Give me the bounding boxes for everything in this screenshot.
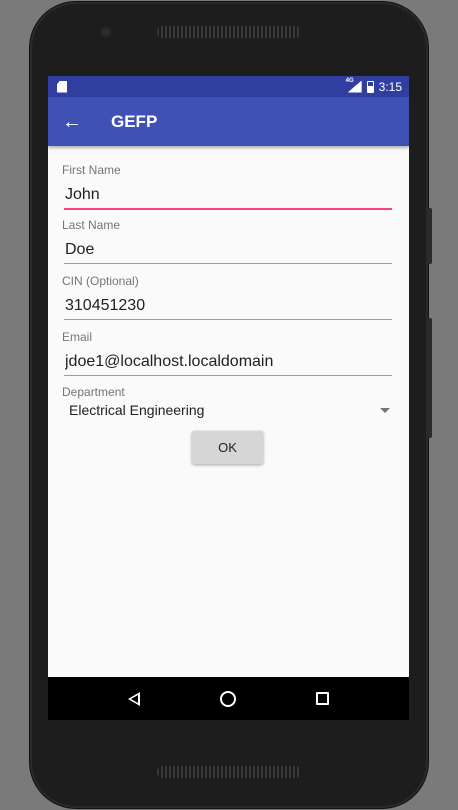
- last-name-field: Last Name: [62, 210, 392, 264]
- ok-button[interactable]: OK: [192, 431, 263, 464]
- department-spinner[interactable]: Electrical Engineering: [62, 399, 392, 421]
- arrow-back-icon[interactable]: ←: [62, 112, 90, 132]
- department-selected: Electrical Engineering: [69, 402, 205, 418]
- last-name-label: Last Name: [62, 218, 121, 232]
- home-circle-icon[interactable]: [220, 690, 236, 707]
- cin-input[interactable]: [64, 294, 392, 320]
- first-name-field: First Name: [62, 146, 392, 210]
- first-name-input[interactable]: [64, 183, 392, 210]
- last-name-input[interactable]: [64, 238, 392, 264]
- cell-signal-icon: 4G: [345, 77, 362, 93]
- email-label: Email: [62, 330, 93, 344]
- volume-button: [428, 208, 432, 264]
- back-triangle-icon[interactable]: [128, 691, 140, 706]
- status-bar: 4G 3:15: [48, 76, 409, 97]
- email-input[interactable]: [64, 350, 392, 376]
- status-time: 3:15: [378, 79, 402, 94]
- network-type-label: 4G: [345, 77, 354, 84]
- email-field: Email: [62, 320, 392, 376]
- first-name-label: First Name: [62, 163, 121, 177]
- recents-square-icon[interactable]: [316, 692, 329, 705]
- registration-form: First Name Last Name CIN (Optional) Emai…: [48, 146, 409, 464]
- cin-label: CIN (Optional): [62, 274, 139, 288]
- department-field: Department Electrical Engineering: [62, 376, 391, 421]
- cin-field: CIN (Optional): [62, 264, 392, 320]
- system-nav-bar: [48, 677, 409, 720]
- status-icons: 4G 3:15: [345, 77, 402, 94]
- power-button: [428, 318, 432, 438]
- front-camera: [100, 26, 112, 38]
- battery-icon: [366, 80, 374, 93]
- app-toolbar: ← GEFP: [48, 97, 409, 146]
- dropdown-arrow-icon: [380, 407, 390, 413]
- app-screen: 4G 3:15 ← GEFP First Name Last Name CIN …: [48, 76, 409, 720]
- department-label: Department: [62, 385, 125, 399]
- bottom-speaker: [157, 766, 301, 778]
- toolbar-title: GEFP: [111, 111, 158, 131]
- top-speaker: [157, 26, 301, 38]
- sd-card-icon: [57, 80, 67, 93]
